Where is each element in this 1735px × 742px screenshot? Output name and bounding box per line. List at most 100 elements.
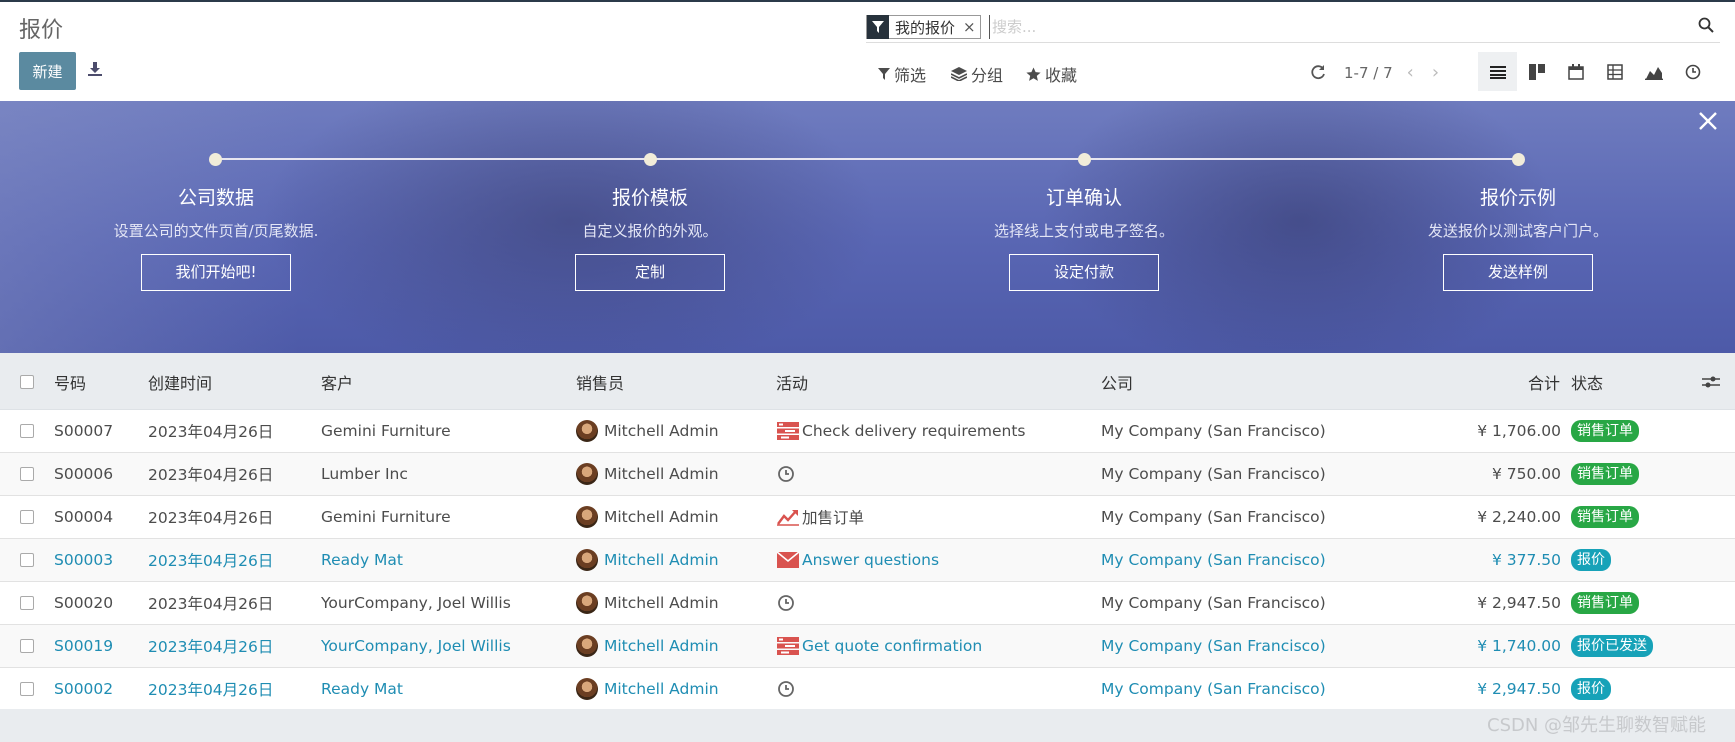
cell-salesperson[interactable]: Mitchell Admin bbox=[576, 539, 719, 581]
cell-company[interactable]: My Company (San Francisco) bbox=[1101, 410, 1326, 452]
cell-activity[interactable]: Answer questions bbox=[777, 539, 939, 581]
table-row[interactable]: S00003 2023年04月26日 Ready Mat Mitchell Admin… bbox=[0, 539, 1735, 582]
table-row[interactable]: S00004 2023年04月26日 Gemini Furniture Mitchel… bbox=[0, 496, 1735, 539]
cell-total[interactable]: ¥ 1,740.00 bbox=[1477, 625, 1561, 667]
cell-salesperson[interactable]: Mitchell Admin bbox=[576, 668, 719, 710]
row-checkbox[interactable] bbox=[20, 410, 34, 452]
activity-view-icon[interactable] bbox=[1673, 52, 1712, 91]
cell-number[interactable]: S00004 bbox=[54, 496, 113, 538]
cell-company[interactable]: My Company (San Francisco) bbox=[1101, 453, 1326, 495]
cell-created[interactable]: 2023年04月26日 bbox=[148, 582, 273, 624]
list-view-icon[interactable] bbox=[1478, 52, 1517, 91]
new-button[interactable]: 新建 bbox=[19, 52, 76, 90]
col-number[interactable]: 号码 bbox=[54, 353, 86, 410]
upsell-chart-icon[interactable] bbox=[777, 508, 799, 526]
search-icon[interactable] bbox=[1698, 17, 1716, 35]
envelope-icon[interactable] bbox=[777, 552, 799, 568]
table-row[interactable]: S00019 2023年04月26日 YourCompany, Joel Willi… bbox=[0, 625, 1735, 668]
row-checkbox[interactable] bbox=[20, 625, 34, 667]
cell-status[interactable]: 销售订单 bbox=[1571, 496, 1639, 538]
cell-activity[interactable] bbox=[777, 453, 798, 495]
col-company[interactable]: 公司 bbox=[1101, 353, 1133, 410]
cell-number[interactable]: S00003 bbox=[54, 539, 113, 581]
search-input[interactable] bbox=[989, 15, 1549, 39]
table-row[interactable]: S00007 2023年04月26日 Gemini Furniture Mitchel… bbox=[0, 410, 1735, 453]
filter-dropdown[interactable]: 筛选 bbox=[878, 62, 926, 86]
cell-total[interactable]: ¥ 377.50 bbox=[1492, 539, 1561, 581]
task-list-icon[interactable] bbox=[777, 422, 799, 440]
clock-icon[interactable] bbox=[777, 680, 795, 698]
step-button[interactable]: 发送样例 bbox=[1443, 254, 1593, 291]
row-checkbox[interactable] bbox=[20, 453, 34, 495]
cell-total[interactable]: ¥ 1,706.00 bbox=[1477, 410, 1561, 452]
cell-created[interactable]: 2023年04月26日 bbox=[148, 496, 273, 538]
clock-icon[interactable] bbox=[777, 465, 795, 483]
close-banner-icon[interactable] bbox=[1698, 111, 1720, 133]
step-button[interactable]: 定制 bbox=[575, 254, 725, 291]
clock-icon[interactable] bbox=[777, 594, 795, 612]
cell-customer[interactable]: Ready Mat bbox=[321, 668, 403, 710]
cell-salesperson[interactable]: Mitchell Admin bbox=[576, 453, 719, 495]
optional-columns-icon[interactable] bbox=[1702, 353, 1720, 410]
cell-number[interactable]: S00019 bbox=[54, 625, 113, 667]
cell-salesperson[interactable]: Mitchell Admin bbox=[576, 625, 719, 667]
cell-activity[interactable] bbox=[777, 582, 798, 624]
cell-salesperson[interactable]: Mitchell Admin bbox=[576, 582, 719, 624]
row-checkbox[interactable] bbox=[20, 668, 34, 710]
cell-status[interactable]: 销售订单 bbox=[1571, 453, 1639, 495]
cell-company[interactable]: My Company (San Francisco) bbox=[1101, 539, 1326, 581]
col-activity[interactable]: 活动 bbox=[776, 353, 808, 410]
cell-company[interactable]: My Company (San Francisco) bbox=[1101, 496, 1326, 538]
cell-activity[interactable] bbox=[777, 668, 798, 710]
cell-number[interactable]: S00020 bbox=[54, 582, 113, 624]
col-salesperson[interactable]: 销售员 bbox=[576, 353, 624, 410]
graph-view-icon[interactable] bbox=[1634, 52, 1673, 91]
cell-company[interactable]: My Company (San Francisco) bbox=[1101, 668, 1326, 710]
facet-remove-button[interactable]: × bbox=[959, 18, 980, 36]
table-row[interactable]: S00020 2023年04月26日 YourCompany, Joel Willi… bbox=[0, 582, 1735, 625]
row-checkbox[interactable] bbox=[20, 539, 34, 581]
cell-salesperson[interactable]: Mitchell Admin bbox=[576, 496, 719, 538]
step-button[interactable]: 设定付款 bbox=[1009, 254, 1159, 291]
cell-status[interactable]: 报价已发送 bbox=[1571, 625, 1653, 667]
cell-total[interactable]: ¥ 750.00 bbox=[1492, 453, 1561, 495]
cell-activity[interactable]: Get quote confirmation bbox=[777, 625, 982, 667]
select-all-checkbox[interactable] bbox=[20, 353, 34, 410]
cell-company[interactable]: My Company (San Francisco) bbox=[1101, 582, 1326, 624]
row-checkbox[interactable] bbox=[20, 496, 34, 538]
cell-total[interactable]: ¥ 2,240.00 bbox=[1477, 496, 1561, 538]
cell-created[interactable]: 2023年04月26日 bbox=[148, 539, 273, 581]
group-dropdown[interactable]: 分组 bbox=[951, 62, 1003, 86]
table-row[interactable]: S00006 2023年04月26日 Lumber Inc Mitchell Admi… bbox=[0, 453, 1735, 496]
cell-status[interactable]: 销售订单 bbox=[1571, 410, 1639, 452]
calendar-view-icon[interactable] bbox=[1556, 52, 1595, 91]
task-list-icon[interactable] bbox=[777, 637, 799, 655]
pager-next-icon[interactable]: › bbox=[1432, 62, 1439, 83]
cell-created[interactable]: 2023年04月26日 bbox=[148, 625, 273, 667]
cell-customer[interactable]: Gemini Furniture bbox=[321, 496, 451, 538]
col-status[interactable]: 状态 bbox=[1571, 353, 1603, 410]
step-button[interactable]: 我们开始吧! bbox=[141, 254, 291, 291]
download-icon[interactable] bbox=[86, 60, 106, 80]
cell-activity[interactable]: 加售订单 bbox=[777, 496, 864, 538]
cell-number[interactable]: S00007 bbox=[54, 410, 113, 452]
cell-company[interactable]: My Company (San Francisco) bbox=[1101, 625, 1326, 667]
cell-status[interactable]: 报价 bbox=[1571, 539, 1611, 581]
cell-customer[interactable]: Ready Mat bbox=[321, 539, 403, 581]
favorites-dropdown[interactable]: 收藏 bbox=[1026, 62, 1077, 86]
cell-total[interactable]: ¥ 2,947.50 bbox=[1477, 582, 1561, 624]
cell-status[interactable]: 报价 bbox=[1571, 668, 1611, 710]
cell-created[interactable]: 2023年04月26日 bbox=[148, 410, 273, 452]
cell-number[interactable]: S00006 bbox=[54, 453, 113, 495]
row-checkbox[interactable] bbox=[20, 582, 34, 624]
cell-total[interactable]: ¥ 2,947.50 bbox=[1477, 668, 1561, 710]
cell-activity[interactable]: Check delivery requirements bbox=[777, 410, 1026, 452]
cell-salesperson[interactable]: Mitchell Admin bbox=[576, 410, 719, 452]
cell-customer[interactable]: YourCompany, Joel Willis bbox=[321, 625, 511, 667]
table-row[interactable]: S00002 2023年04月26日 Ready Mat Mitchell Admin… bbox=[0, 668, 1735, 711]
cell-status[interactable]: 销售订单 bbox=[1571, 582, 1639, 624]
pager-prev-icon[interactable]: ‹ bbox=[1407, 62, 1414, 83]
cell-created[interactable]: 2023年04月26日 bbox=[148, 453, 273, 495]
refresh-icon[interactable] bbox=[1310, 64, 1326, 81]
col-total[interactable]: 合计 bbox=[1528, 353, 1560, 410]
